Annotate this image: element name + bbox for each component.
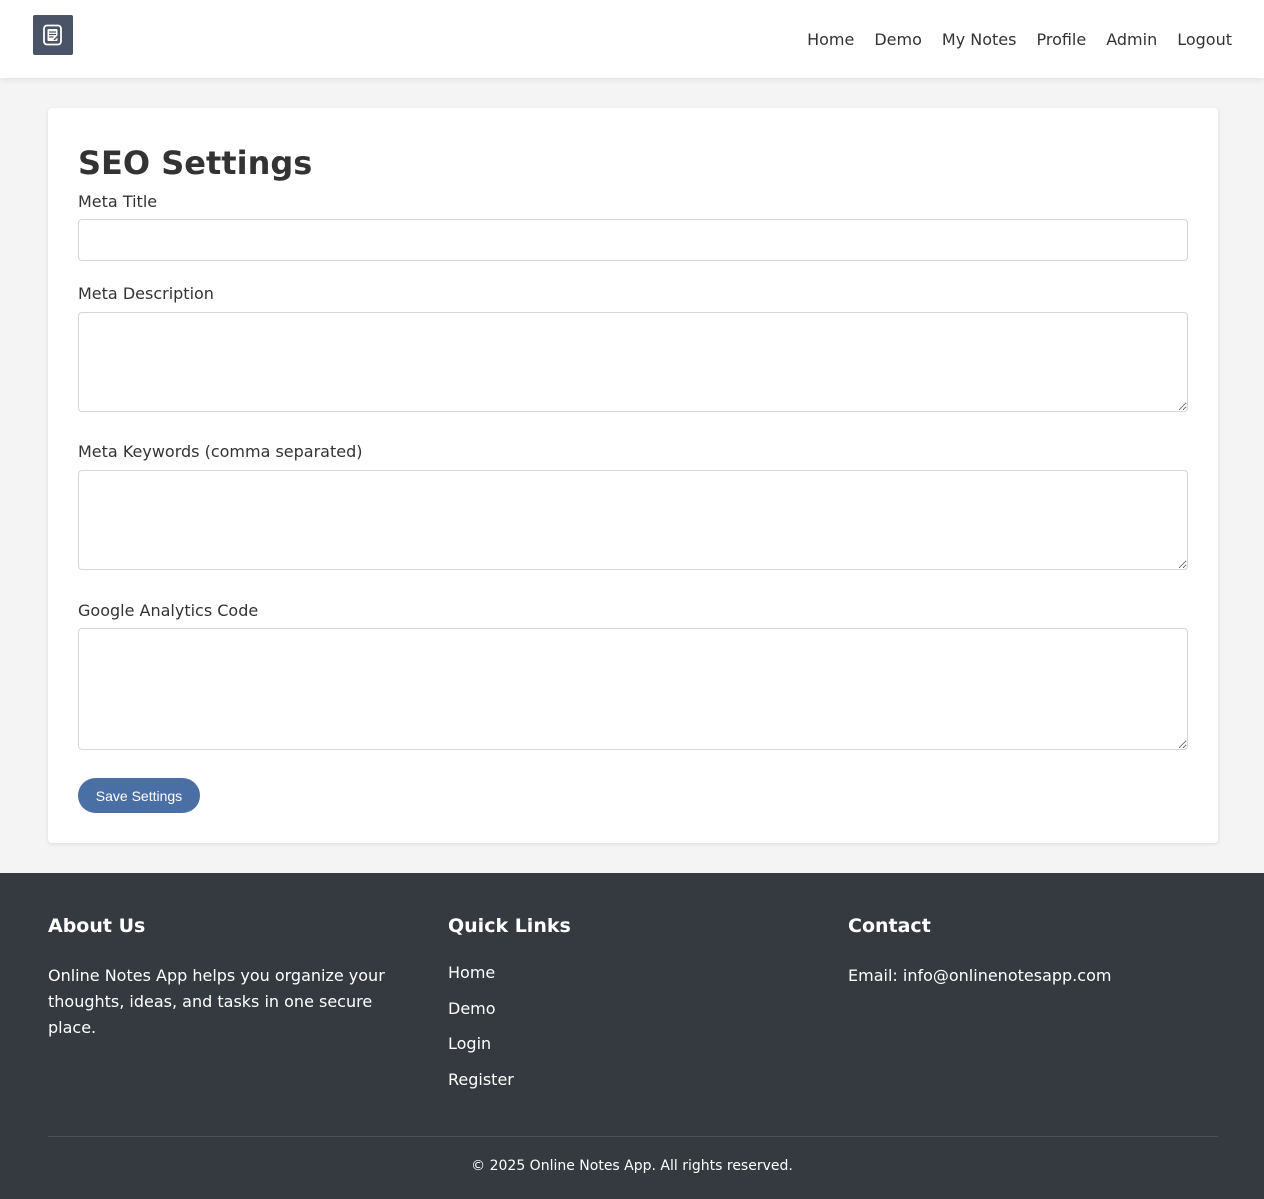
nav-demo-link[interactable]: Demo	[874, 30, 922, 49]
meta-keywords-label: Meta Keywords (comma separated)	[78, 442, 363, 461]
main-nav: Home Demo My Notes Profile Admin Logout	[787, 0, 1232, 78]
footer-about-title: About Us	[48, 915, 146, 937]
nav-admin-link[interactable]: Admin	[1106, 30, 1157, 49]
meta-title-label: Meta Title	[78, 192, 158, 211]
footer-link-home[interactable]: Home	[448, 963, 495, 982]
meta-keywords-textarea[interactable]	[78, 470, 1188, 570]
meta-description-label: Meta Description	[78, 284, 214, 303]
seo-settings-card: SEO Settings Meta Title Meta Description…	[48, 108, 1218, 843]
footer-about-text: Online Notes App helps you organize your…	[48, 966, 385, 1037]
footer: About Us Online Notes App helps you orga…	[0, 873, 1264, 1199]
page-title: SEO Settings	[78, 144, 313, 182]
list-item: Register	[448, 1070, 514, 1106]
footer-links-list: Home Demo Login Register	[448, 963, 514, 1105]
copyright-text: © 2025 Online Notes App. All rights rese…	[471, 1158, 793, 1174]
list-item: Home	[448, 963, 514, 999]
logo[interactable]	[33, 15, 73, 55]
nav-my-notes-link[interactable]: My Notes	[942, 30, 1017, 49]
analytics-code-textarea[interactable]	[78, 628, 1188, 750]
save-settings-button[interactable]: Save Settings	[78, 778, 200, 813]
footer-divider	[48, 1136, 1218, 1137]
footer-contact-title: Contact	[848, 915, 931, 937]
nav-logout-link[interactable]: Logout	[1177, 30, 1232, 49]
analytics-code-label: Google Analytics Code	[78, 601, 259, 620]
list-item: Login	[448, 1034, 514, 1070]
nav-profile-link[interactable]: Profile	[1036, 30, 1086, 49]
nav-home-link[interactable]: Home	[807, 30, 854, 49]
footer-quick-links-title: Quick Links	[448, 915, 571, 937]
footer-contact-email: Email: info@onlinenotesapp.com	[848, 966, 1112, 985]
footer-link-register[interactable]: Register	[448, 1070, 514, 1089]
footer-link-login[interactable]: Login	[448, 1034, 491, 1053]
notepad-icon	[43, 24, 62, 46]
footer-link-demo[interactable]: Demo	[448, 999, 496, 1018]
navbar: Home Demo My Notes Profile Admin Logout	[0, 0, 1264, 78]
list-item: Demo	[448, 999, 514, 1035]
meta-title-input[interactable]	[78, 219, 1188, 261]
meta-description-textarea[interactable]	[78, 312, 1188, 412]
